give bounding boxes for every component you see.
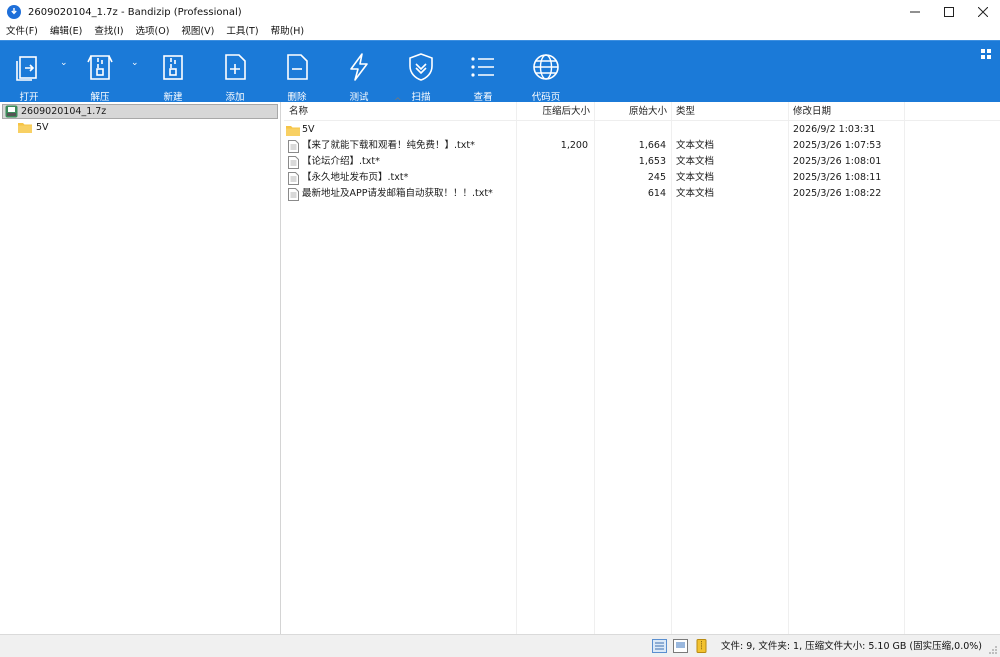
add-button[interactable]: 添加 [218,41,252,103]
file-original-size [594,122,666,138]
folder-icon [286,126,300,136]
window-title: 2609020104_1.7z - Bandizip (Professional… [28,6,242,18]
layout-grid-icon[interactable] [981,49,991,59]
close-icon [978,7,988,17]
file-modified: 2025/3/26 1:08:22 [793,188,882,199]
file-modified: 2025/3/26 1:08:01 [793,156,882,167]
file-name: 【永久地址发布页】.txt* [302,172,409,183]
open-dropdown-arrow[interactable]: ⌄ [60,58,68,68]
menu-view[interactable]: 视图(V) [175,24,220,40]
file-type: 文本文档 [676,172,715,183]
list-item[interactable]: 【来了就能下载和观看！纯免费！】.txt* 1,200 1,664 文本文档 2… [284,138,1000,154]
folder-tree-panel: 2609020104_1.7z 5V [0,102,281,634]
menu-help[interactable]: 帮助(H) [265,24,311,40]
status-text: 文件: 9, 文件夹: 1, 压缩文件大小: 5.10 GB (固实压缩,0.0… [721,641,982,652]
open-button[interactable]: 打开 [12,41,46,103]
bandizip-app-icon [7,5,21,19]
text-file-icon [288,140,299,153]
details-view-icon[interactable] [652,639,667,653]
file-original-size: 1,664 [638,140,666,151]
archive-7z-icon [5,105,18,118]
shield-icon [404,50,438,84]
list-header: ^ 名称 压缩后大小 原始大小 类型 修改日期 [284,97,1000,121]
maximize-icon [944,7,954,17]
text-file-icon [288,156,299,169]
add-file-icon [218,50,252,84]
minimize-button[interactable] [898,0,932,24]
file-modified: 2025/3/26 1:08:11 [793,172,882,183]
file-name: 5V [302,124,315,135]
preview-view-icon[interactable] [673,639,688,653]
menu-options[interactable]: 选项(O) [130,24,176,40]
tree-item-archive[interactable]: 2609020104_1.7z [2,104,278,119]
column-header-name[interactable]: 名称 [289,102,308,121]
list-item[interactable]: 最新地址及APP请发邮箱自动获取！！！.txt* 614 文本文档 2025/3… [284,186,1000,202]
file-type: 文本文档 [676,188,715,199]
folder-icon [18,123,32,133]
file-original-size: 245 [647,172,666,183]
tree-item-archive-label: 2609020104_1.7z [21,106,107,117]
file-packed-size [516,170,588,186]
menu-find[interactable]: 查找(I) [88,24,129,40]
file-original-size: 1,653 [638,156,666,167]
extract-button[interactable]: 解压 [83,41,117,103]
file-type: 文本文档 [676,140,715,151]
text-file-icon [288,188,299,201]
test-button[interactable]: 测试 [342,41,376,103]
file-packed-size [516,122,588,138]
tree-item-folder[interactable]: 5V [18,120,49,135]
list-icon [466,50,500,84]
file-original-size: 614 [647,188,666,199]
close-button[interactable] [966,0,1000,24]
maximize-button[interactable] [932,0,966,24]
file-list: ^ 名称 压缩后大小 原始大小 类型 修改日期 5V 2026/9/2 1:03… [284,97,1000,634]
minimize-icon [910,11,920,13]
file-name: 【论坛介绍】.txt* [302,156,380,167]
toolbar: 打开 ⌄ 解压 ⌄ 新建 添加 删除 测试 扫描 查看 代码页 [0,40,1000,103]
column-header-modified[interactable]: 修改日期 [793,102,831,121]
extract-icon [83,50,117,84]
status-bar: 文件: 9, 文件夹: 1, 压缩文件大小: 5.10 GB (固实压缩,0.0… [0,634,1000,657]
column-header-packed-size[interactable]: 压缩后大小 [516,102,590,121]
new-archive-icon [156,50,190,84]
archive-info-icon[interactable] [694,639,709,653]
menu-bar: 文件(F) 编辑(E) 查找(I) 选项(O) 视图(V) 工具(T) 帮助(H… [0,24,1000,40]
list-item[interactable]: 【论坛介绍】.txt* 1,653 文本文档 2025/3/26 1:08:01 [284,154,1000,170]
file-type: 文本文档 [676,156,715,167]
sort-ascending-icon: ^ [394,97,402,107]
title-bar: 2609020104_1.7z - Bandizip (Professional… [0,0,1000,24]
new-archive-button[interactable]: 新建 [156,41,190,103]
scan-button[interactable]: 扫描 [404,41,438,103]
delete-file-icon [280,50,314,84]
list-item[interactable]: 5V 2026/9/2 1:03:31 [284,122,1000,138]
column-header-original-size[interactable]: 原始大小 [594,102,667,121]
delete-button[interactable]: 删除 [280,41,314,103]
view-button[interactable]: 查看 [466,41,500,103]
resize-grip-icon[interactable] [988,645,998,655]
list-item[interactable]: 【永久地址发布页】.txt* 245 文本文档 2025/3/26 1:08:1… [284,170,1000,186]
codepage-button[interactable]: 代码页 [526,41,566,103]
lightning-icon [342,50,376,84]
file-modified: 2026/9/2 1:03:31 [793,124,876,135]
file-packed-size [516,186,588,202]
menu-tools[interactable]: 工具(T) [220,24,264,40]
file-modified: 2025/3/26 1:07:53 [793,140,882,151]
open-icon [12,50,46,84]
column-header-type[interactable]: 类型 [676,102,695,121]
menu-file[interactable]: 文件(F) [0,24,44,40]
extract-dropdown-arrow[interactable]: ⌄ [131,58,139,68]
file-name: 【来了就能下载和观看！纯免费！】.txt* [302,140,475,151]
menu-edit[interactable]: 编辑(E) [44,24,88,40]
tree-item-folder-label: 5V [36,122,49,133]
file-packed-size [516,154,588,170]
file-packed-size: 1,200 [560,140,588,151]
text-file-icon [288,172,299,185]
file-name: 最新地址及APP请发邮箱自动获取！！！.txt* [302,188,493,199]
globe-icon [529,50,563,84]
